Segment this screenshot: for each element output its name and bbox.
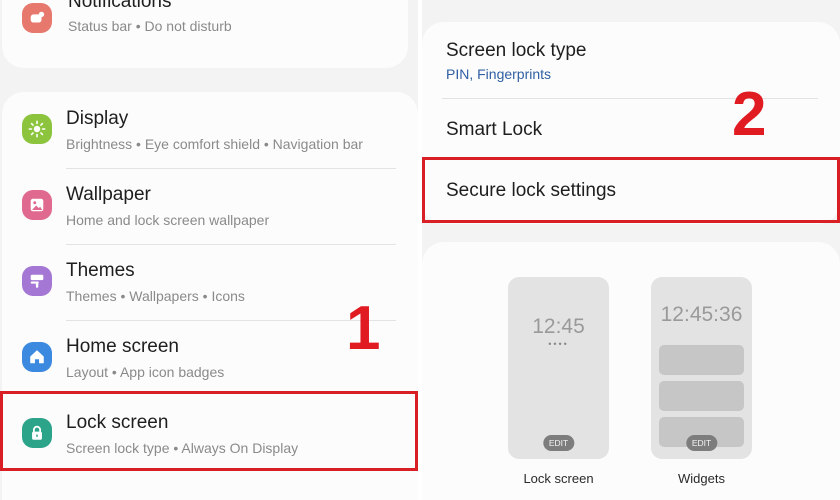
brush-icon [30,274,44,288]
screen-lock-type-value: PIN, Fingerprints [446,66,552,82]
widget-placeholder [659,381,744,411]
home-icon [30,350,44,364]
settings-item-title: Themes [66,260,135,281]
settings-item-screen-lock-type[interactable]: Screen lock type PIN, Fingerprints [422,22,840,98]
highlight-secure-lock-settings [422,157,840,223]
display-icon-wrap [22,114,52,144]
settings-item-wallpaper[interactable]: Wallpaper Home and lock screen wallpaper [2,168,418,244]
widget-placeholder [659,345,744,375]
widgets-clock: 12:45:36 [660,303,743,326]
lock-screen-dots: •••• [548,339,569,349]
bell-icon [30,11,45,23]
settings-item-title: Display [66,108,129,129]
step-number-1: 1 [346,294,381,363]
settings-item-subtitle: Status bar • Do not disturb [68,18,232,34]
widgets-preview[interactable]: 12:45:36 EDIT [651,277,752,459]
settings-item-subtitle: Brightness • Eye comfort shield • Naviga… [66,136,363,152]
notifications-icon-wrap [22,3,52,33]
lock-screen-clock: 12:45 [532,315,585,338]
lock-screen-settings-panel: Screen lock type PIN, Fingerprints Smart… [422,0,840,500]
settings-item-subtitle: Layout • App icon badges [66,364,225,380]
themes-icon-wrap [22,266,52,296]
picture-icon [30,198,44,212]
sun-icon [28,120,46,138]
settings-item-subtitle: Home and lock screen wallpaper [66,212,270,228]
highlight-lock-screen [0,391,418,471]
settings-item-title: Home screen [66,336,179,357]
settings-item-subtitle: Themes • Wallpapers • Icons [66,288,245,304]
lock-screen-preview[interactable]: 12:45 •••• EDIT [508,277,609,459]
lock-screen-preview-label: Lock screen [523,471,594,486]
widgets-edit-button[interactable]: EDIT [685,435,718,451]
settings-item-title: Smart Lock [446,119,543,140]
wallpaper-icon-wrap [22,190,52,220]
settings-item-smart-lock[interactable]: Smart Lock [422,98,840,158]
settings-list-panel: Notifications Status bar • Do not distur… [0,0,418,500]
step-number-2: 2 [732,80,767,149]
settings-item-title: Notifications [68,0,172,12]
lock-screen-edit-button[interactable]: EDIT [542,435,575,451]
notifications-card: Notifications Status bar • Do not distur… [2,0,408,68]
settings-item-title: Wallpaper [66,184,151,205]
settings-item-display[interactable]: Display Brightness • Eye comfort shield … [2,92,418,168]
preview-card: 12:45 •••• EDIT Lock screen 12:45:36 EDI… [422,242,840,500]
home-screen-icon-wrap [22,342,52,372]
settings-item-title: Screen lock type [446,40,587,61]
widgets-preview-label: Widgets [678,471,725,486]
settings-item-notifications[interactable]: Notifications Status bar • Do not distur… [2,0,408,68]
